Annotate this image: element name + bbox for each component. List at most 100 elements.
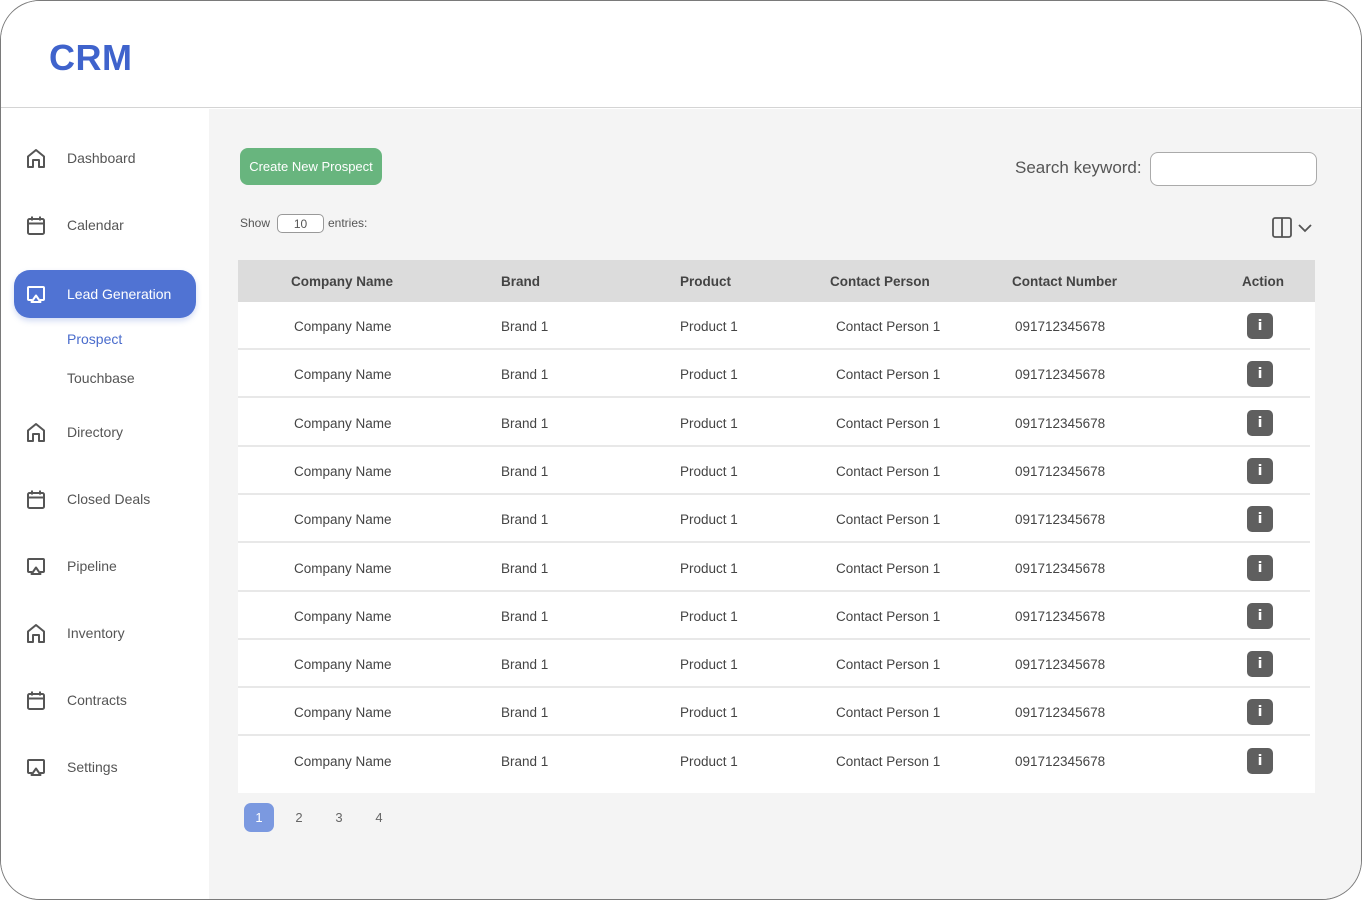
main-content: Create New Prospect Search keyword: Show…	[209, 109, 1361, 899]
sidebar-item-dashboard[interactable]: Dashboard	[14, 134, 196, 182]
brand-cell: Brand 1	[501, 705, 549, 721]
info-button[interactable]: i	[1247, 602, 1273, 629]
contact-person-cell: Contact Person 1	[836, 319, 941, 334]
search-input[interactable]	[1150, 152, 1317, 186]
info-button[interactable]: i	[1247, 361, 1273, 388]
info-button[interactable]: i	[1247, 457, 1273, 484]
search-label: Search keyword:	[1015, 158, 1142, 177]
brand-cell: Brand 1	[501, 657, 549, 673]
company-name-cell: Company Name	[294, 415, 392, 431]
company-name-cell: Company Name	[294, 608, 392, 624]
contact-number-cell: 091712345678	[1015, 608, 1106, 624]
info-button[interactable]: i	[1247, 699, 1273, 726]
sidebar: Dashboard Calendar Lead Generation Director…	[1, 109, 208, 899]
sidebar-item-calendar[interactable]: Calendar	[14, 201, 196, 249]
product-cell: Product 1	[680, 705, 738, 721]
company-name-cell: Company Name	[294, 319, 392, 334]
sidebar-item-lead-generation[interactable]: Lead Generation	[14, 270, 196, 318]
page-button-3[interactable]: 3	[324, 803, 354, 832]
info-icon: i	[1257, 656, 1263, 673]
info-button[interactable]: i	[1247, 554, 1273, 581]
sidebar-item-pipeline[interactable]: Pipeline	[14, 542, 196, 590]
home-icon	[24, 420, 48, 444]
company-name-cell: Company Name	[294, 753, 392, 769]
cast-icon	[24, 282, 48, 306]
info-button[interactable]: i	[1247, 506, 1273, 533]
table-row: Company Name Brand 1 Product 1 Contact Pers…	[238, 302, 1310, 350]
info-button[interactable]: i	[1247, 409, 1273, 436]
sidebar-item-label: Calendar	[67, 217, 124, 233]
product-cell: Product 1	[680, 560, 738, 576]
info-icon: i	[1257, 607, 1263, 624]
product-cell: Product 1	[680, 657, 738, 673]
contact-person-cell: Contact Person 1	[836, 367, 941, 383]
sidebar-item-directory[interactable]: Directory	[14, 408, 196, 456]
sidebar-item-contracts[interactable]: Contracts	[14, 676, 196, 724]
info-icon: i	[1257, 704, 1263, 721]
table-row: Company Name Brand 1 Product 1 Contact Pers…	[238, 447, 1310, 495]
column-header-brand[interactable]: Brand	[501, 274, 540, 289]
create-new-prospect-button[interactable]: Create New Prospect	[240, 148, 382, 185]
sidebar-item-label: Pipeline	[67, 558, 117, 574]
sidebar-item-inventory[interactable]: Inventory	[14, 609, 196, 657]
brand-cell: Brand 1	[501, 608, 549, 624]
info-icon: i	[1257, 414, 1263, 431]
product-cell: Product 1	[680, 753, 738, 769]
app-window: CRM Dashboard Calendar Lead Generation Dire…	[0, 0, 1362, 900]
info-button[interactable]: i	[1247, 313, 1273, 339]
table-row: Company Name Brand 1 Product 1 Contact Pers…	[238, 495, 1310, 544]
company-name-cell: Company Name	[294, 657, 392, 673]
contact-number-cell: 091712345678	[1015, 512, 1106, 528]
column-header-contact-number[interactable]: Contact Number	[1012, 274, 1117, 289]
product-cell: Product 1	[680, 367, 738, 383]
entries-label: entries:	[328, 216, 368, 230]
top-bar: CRM	[1, 1, 1361, 108]
table-row: Company Name Brand 1 Product 1 Contact Pers…	[238, 737, 1310, 785]
column-header-action[interactable]: Action	[1242, 274, 1284, 289]
table-header: Company Name Brand Product Contact Person Co…	[238, 260, 1315, 302]
brand-cell: Brand 1	[501, 367, 549, 383]
contact-person-cell: Contact Person 1	[836, 415, 941, 431]
info-button[interactable]: i	[1247, 651, 1273, 678]
sidebar-subitem-touchbase[interactable]: Touchbase	[67, 370, 135, 386]
contact-number-cell: 091712345678	[1015, 705, 1106, 721]
sidebar-subitem-prospect[interactable]: Prospect	[67, 331, 122, 347]
contact-number-cell: 091712345678	[1015, 367, 1106, 383]
info-icon: i	[1257, 559, 1263, 576]
table-row: Company Name Brand 1 Product 1 Contact Pers…	[238, 592, 1310, 640]
product-cell: Product 1	[680, 512, 738, 528]
table-row: Company Name Brand 1 Product 1 Contact Pers…	[238, 640, 1310, 689]
column-header-company-name[interactable]: Company Name	[291, 274, 393, 289]
contact-number-cell: 091712345678	[1015, 415, 1106, 431]
column-header-product[interactable]: Product	[680, 274, 731, 289]
page-button-2[interactable]: 2	[284, 803, 314, 832]
contact-person-cell: Contact Person 1	[836, 608, 941, 624]
page-button-1[interactable]: 1	[244, 803, 274, 832]
contact-person-cell: Contact Person 1	[836, 705, 941, 721]
cast-icon	[24, 554, 48, 578]
calendar-icon	[24, 688, 48, 712]
sidebar-item-label: Directory	[67, 424, 124, 440]
brand-cell: Brand 1	[501, 415, 549, 431]
sidebar-item-label: Settings	[67, 759, 118, 775]
contact-number-cell: 091712345678	[1015, 560, 1106, 576]
info-icon: i	[1257, 752, 1263, 769]
table-row: Company Name Brand 1 Product 1 Contact Pers…	[238, 688, 1310, 737]
sidebar-item-closed-deals[interactable]: Closed Deals	[14, 475, 196, 523]
page-button-4[interactable]: 4	[364, 803, 394, 832]
product-cell: Product 1	[680, 319, 738, 334]
brand-cell: Brand 1	[501, 512, 549, 528]
product-cell: Product 1	[680, 415, 738, 431]
column-header-contact-person[interactable]: Contact Person	[830, 274, 930, 289]
sidebar-item-label: Closed Deals	[67, 491, 151, 507]
table-row: Company Name Brand 1 Product 1 Contact Pers…	[238, 350, 1310, 399]
contact-person-cell: Contact Person 1	[836, 560, 941, 576]
sidebar-item-settings[interactable]: Settings	[14, 743, 196, 791]
contact-number-cell: 091712345678	[1015, 657, 1106, 673]
contact-number-cell: 091712345678	[1015, 753, 1106, 769]
info-button[interactable]: i	[1247, 747, 1273, 774]
entries-per-page-input[interactable]	[277, 214, 324, 233]
contact-number-cell: 091712345678	[1015, 319, 1106, 334]
contact-person-cell: Contact Person 1	[836, 463, 941, 479]
column-visibility-toggle[interactable]	[1271, 217, 1319, 239]
